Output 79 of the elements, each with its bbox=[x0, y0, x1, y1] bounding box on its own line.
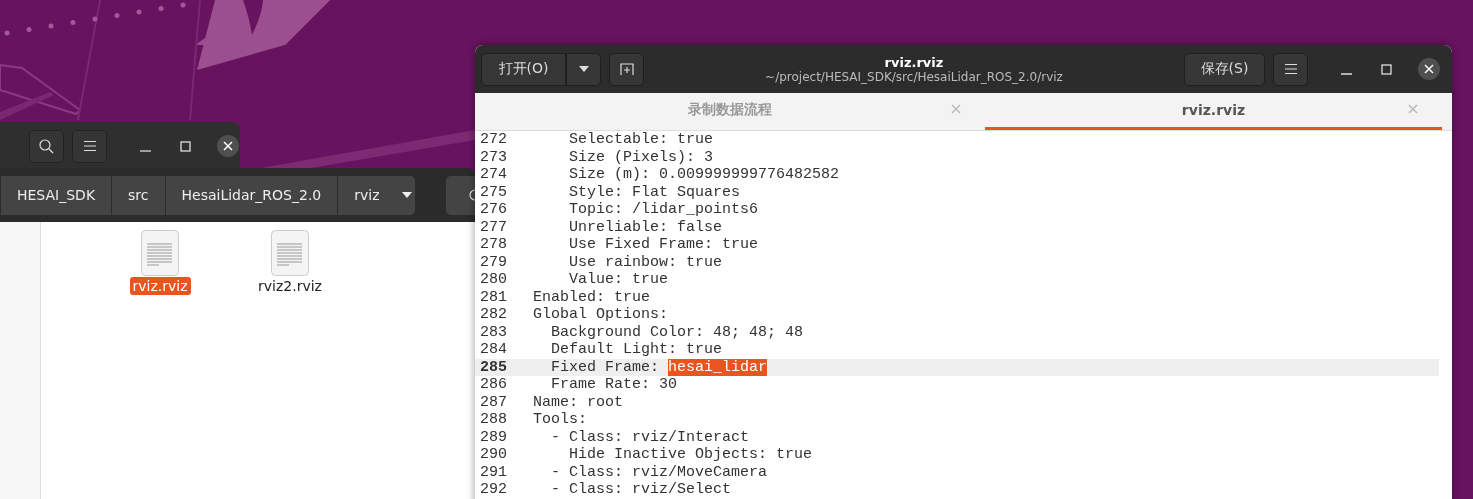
code-text: Background Color: 48; 48; 48 bbox=[550, 323, 804, 341]
close-button[interactable] bbox=[1418, 58, 1440, 80]
code-text: - Class: rviz/Select bbox=[550, 481, 732, 499]
line-number: 272 bbox=[479, 131, 508, 149]
path-segment[interactable]: rviz bbox=[338, 175, 415, 215]
text-file-icon bbox=[141, 230, 179, 276]
line-number: 276 bbox=[479, 201, 508, 219]
menu-button[interactable] bbox=[72, 129, 107, 163]
window-title: rviz.rviz bbox=[884, 54, 944, 70]
code-text: Topic: /lidar_points6 bbox=[568, 201, 759, 219]
code-text: Default Light: true bbox=[550, 341, 723, 359]
code-text: Fixed Frame: bbox=[550, 358, 661, 376]
close-icon bbox=[1424, 64, 1434, 74]
code-text: - Class: rviz/Interact bbox=[550, 428, 750, 446]
file-name[interactable]: rviz.rviz bbox=[129, 277, 191, 295]
menu-icon bbox=[1283, 63, 1298, 75]
save-button[interactable]: 保存(S) bbox=[1184, 52, 1265, 86]
code-text: Frame Rate: 30 bbox=[550, 376, 678, 394]
new-tab-button[interactable] bbox=[609, 52, 644, 86]
line-number: 280 bbox=[479, 271, 508, 289]
line-number: 281 bbox=[479, 288, 508, 306]
code-text: Size (Pixels): 3 bbox=[568, 148, 714, 166]
code-text: Use Fixed Frame: true bbox=[568, 236, 759, 254]
line-number: 285 bbox=[479, 358, 508, 376]
code-text: Name: root bbox=[532, 393, 624, 411]
path-segment[interactable]: src bbox=[112, 175, 166, 215]
line-number: 283 bbox=[479, 323, 508, 341]
line-number: 277 bbox=[479, 218, 508, 236]
maximize-icon bbox=[179, 140, 191, 152]
text-file-icon bbox=[271, 230, 309, 276]
code-text: Global Options: bbox=[532, 306, 669, 324]
file-name[interactable]: rviz2.rviz bbox=[255, 277, 325, 295]
code-text: Style: Flat Squares bbox=[568, 183, 741, 201]
path-segment[interactable]: HESAI_SDK bbox=[1, 175, 113, 215]
line-number: 288 bbox=[479, 411, 508, 429]
line-number: 292 bbox=[479, 481, 508, 499]
file-path: ~/project/HESAI_SDK/src/HesaiLidar_ROS_2.0/rviz bbox=[765, 69, 1063, 84]
line-number: 274 bbox=[479, 166, 508, 184]
minimize-icon bbox=[139, 149, 151, 152]
minimize-icon bbox=[1340, 72, 1352, 75]
line-number: 291 bbox=[479, 463, 508, 481]
line-number: 290 bbox=[479, 446, 508, 464]
selected-text: hesai_lidar bbox=[668, 358, 768, 376]
line-number: 279 bbox=[479, 253, 508, 271]
close-icon bbox=[223, 141, 233, 151]
code-text: - Class: rviz/MoveCamera bbox=[550, 463, 768, 481]
line-number: 286 bbox=[479, 376, 508, 394]
code-text: Unreliable: false bbox=[568, 218, 723, 236]
maximize-icon bbox=[1380, 63, 1392, 75]
line-number: 278 bbox=[479, 236, 508, 254]
close-icon bbox=[951, 104, 961, 114]
maximize-button[interactable] bbox=[177, 138, 193, 154]
code-text: Hide Inactive Objects: true bbox=[568, 446, 813, 464]
maximize-button[interactable] bbox=[1378, 61, 1394, 77]
menu-icon bbox=[82, 140, 97, 152]
line-number: 275 bbox=[479, 183, 508, 201]
code-text: Selectable: true bbox=[568, 131, 714, 149]
path-segment[interactable]: HesaiLidar_ROS_2.0 bbox=[165, 175, 339, 215]
line-number: 289 bbox=[479, 428, 508, 446]
caret-icon bbox=[401, 192, 412, 198]
dropdown-button[interactable] bbox=[566, 52, 601, 86]
open-button[interactable]: 打开(O) bbox=[481, 52, 566, 86]
line-number: 273 bbox=[479, 148, 508, 166]
menu-button[interactable] bbox=[1273, 52, 1308, 86]
tab[interactable]: rviz.rviz bbox=[985, 93, 1442, 130]
caret-icon bbox=[578, 66, 589, 72]
code-text: Use rainbow: true bbox=[568, 253, 723, 271]
close-icon bbox=[1408, 104, 1418, 114]
code-text: Enabled: true bbox=[532, 288, 651, 306]
line-number: 287 bbox=[479, 393, 508, 411]
code-text: Size (m): 0.009999999776482582 bbox=[568, 166, 840, 184]
search-icon bbox=[39, 138, 54, 154]
search-button[interactable] bbox=[29, 129, 64, 163]
code-text: Tools: bbox=[532, 411, 587, 429]
code-text: Value: true bbox=[568, 271, 669, 289]
new-tab-icon bbox=[619, 63, 634, 75]
line-number: 284 bbox=[479, 341, 508, 359]
close-button[interactable] bbox=[217, 135, 239, 157]
line-number: 282 bbox=[479, 306, 508, 324]
